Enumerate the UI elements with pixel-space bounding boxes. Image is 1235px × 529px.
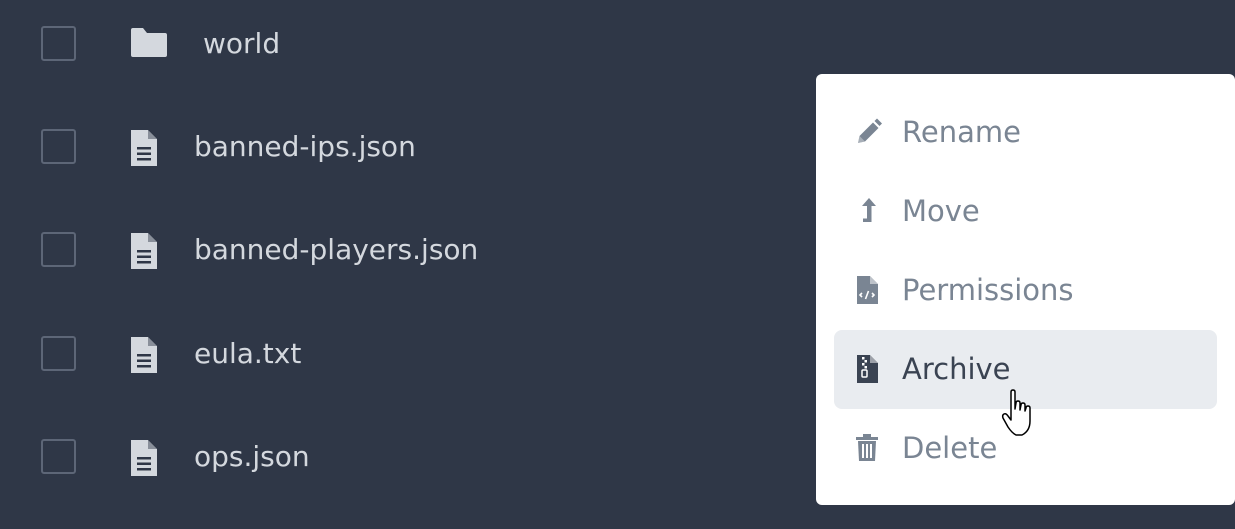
row-checkbox[interactable]: [41, 336, 76, 371]
menu-item-rename[interactable]: Rename: [834, 93, 1217, 172]
menu-item-label: Rename: [902, 115, 1021, 149]
file-name[interactable]: eula.txt: [194, 334, 301, 374]
pencil-icon: [854, 117, 882, 147]
menu-item-label: Archive: [902, 352, 1011, 386]
row-checkbox[interactable]: [41, 439, 76, 474]
hand-cursor-icon: [1000, 389, 1036, 443]
file-row-world[interactable]: world: [0, 12, 820, 115]
arrow-up-icon: [854, 196, 882, 226]
file-manager: world banned-ips.json banned-players.jso…: [0, 0, 1235, 529]
menu-item-label: Permissions: [902, 273, 1074, 307]
file-code-icon: [854, 275, 882, 305]
file-name[interactable]: banned-ips.json: [194, 127, 416, 167]
menu-item-label: Delete: [902, 431, 998, 465]
row-checkbox[interactable]: [41, 129, 76, 164]
menu-item-label: Move: [902, 194, 980, 228]
file-row[interactable]: banned-ips.json: [0, 115, 820, 218]
file-text-icon: [129, 128, 159, 172]
file-row[interactable]: banned-players.json: [0, 218, 820, 321]
file-name[interactable]: banned-players.json: [194, 230, 478, 270]
row-checkbox[interactable]: [41, 26, 76, 61]
file-row[interactable]: eula.txt: [0, 322, 820, 425]
file-text-icon: [129, 438, 159, 482]
trash-icon: [854, 433, 882, 463]
file-row[interactable]: ops.json: [0, 425, 820, 528]
file-text-icon: [129, 231, 159, 275]
file-name[interactable]: ops.json: [194, 437, 310, 477]
file-text-icon: [129, 335, 159, 379]
menu-item-permissions[interactable]: Permissions: [834, 251, 1217, 330]
file-name[interactable]: world: [203, 24, 280, 64]
menu-item-move[interactable]: Move: [834, 172, 1217, 251]
folder-icon: [129, 25, 169, 63]
file-text-icon: [129, 522, 159, 529]
row-checkbox[interactable]: [41, 232, 76, 267]
file-zip-icon: [854, 354, 882, 384]
